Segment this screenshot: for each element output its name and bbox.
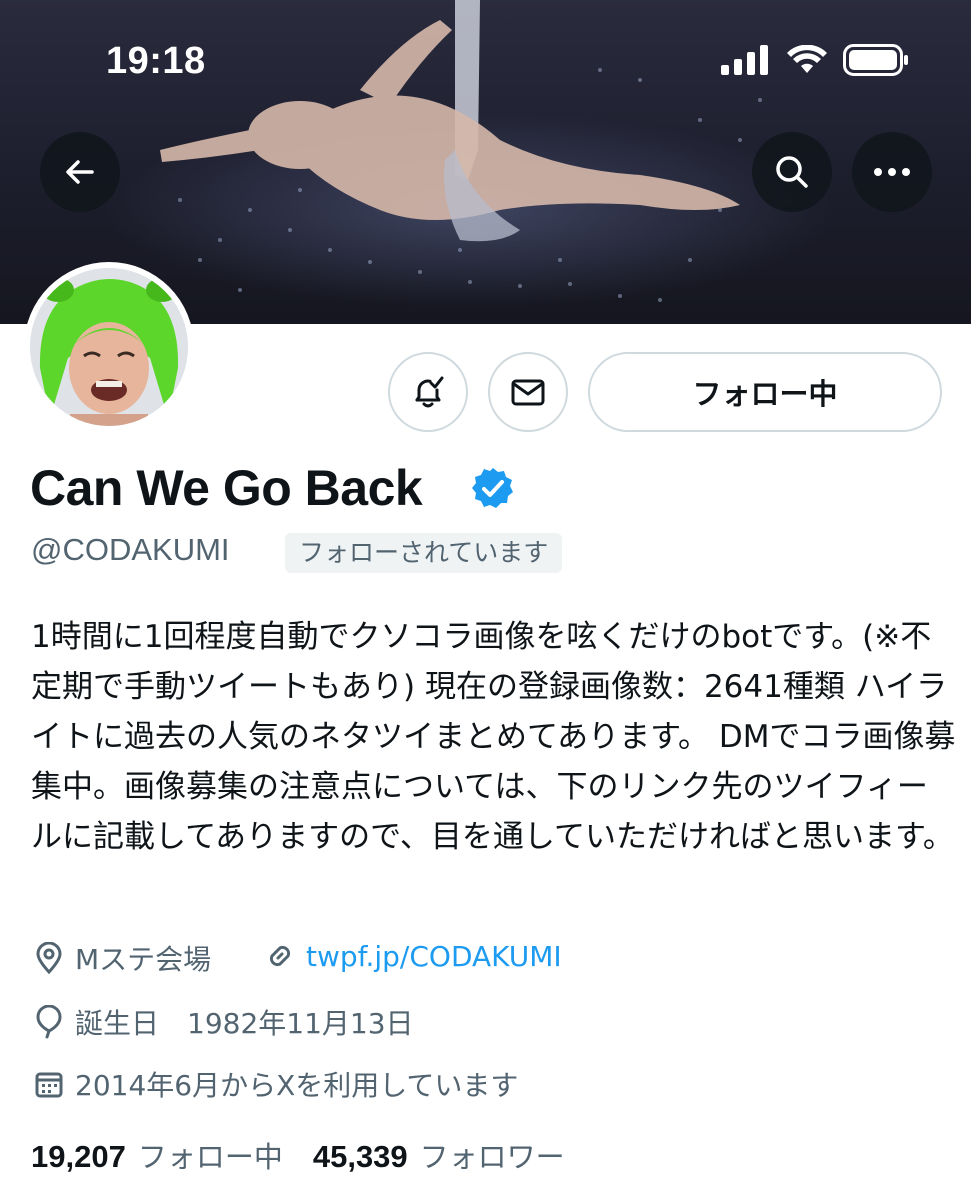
back-button[interactable] [40, 132, 120, 212]
location-pin-icon [31, 940, 67, 976]
location-text: Mステ会場 [75, 943, 212, 976]
message-button[interactable] [488, 352, 568, 432]
arrow-left-icon [66, 160, 94, 184]
signal-icon [721, 45, 768, 75]
joined-text: 2014年6月からXを利用しています [75, 1069, 519, 1102]
followers-label[interactable]: フォロワー [420, 1134, 565, 1176]
balloon-icon [31, 1004, 67, 1040]
display-name: Can We Go Back [30, 460, 423, 516]
birthday-text: 誕生日 1982年11月13日 [75, 1007, 414, 1040]
calendar-icon [31, 1066, 67, 1102]
more-horizontal-icon [874, 168, 910, 176]
status-icons [721, 44, 909, 76]
status-time: 19:18 [106, 40, 206, 82]
avatar-image [30, 268, 188, 426]
joined-date: 2014年6月からXを利用しています [31, 1064, 518, 1104]
wifi-icon [787, 45, 827, 73]
location: Mステ会場 [31, 938, 211, 978]
bell-check-icon [415, 376, 444, 408]
follows-you-badge: フォローされています [285, 533, 563, 573]
notification-button[interactable] [388, 352, 468, 432]
avatar[interactable] [24, 262, 194, 432]
following-button[interactable]: フォロー中 [588, 352, 942, 432]
profile-bio: 1時間に1回程度自動でクソコラ画像を呟くだけのbotです。(※不定期で手動ツイー… [31, 619, 956, 855]
search-icon [776, 156, 808, 188]
link-icon [262, 938, 298, 974]
followers-count[interactable]: 45,339 [313, 1139, 408, 1175]
verified-badge-icon[interactable] [470, 466, 516, 512]
envelope-icon [511, 379, 545, 406]
battery-icon [843, 44, 908, 76]
user-handle: @CODAKUMI [31, 532, 230, 567]
following-count[interactable]: 19,207 [31, 1139, 126, 1175]
search-button[interactable] [752, 132, 832, 212]
profile-link[interactable]: twpf.jp/CODAKUMI [262, 938, 562, 974]
more-button[interactable] [852, 132, 932, 212]
profile-link-text[interactable]: twpf.jp/CODAKUMI [306, 940, 562, 973]
follow-stats: 19,207 フォロー中 45,339 フォロワー [31, 1134, 595, 1176]
following-label[interactable]: フォロー中 [138, 1134, 283, 1176]
birthday: 誕生日 1982年11月13日 [31, 1002, 414, 1042]
